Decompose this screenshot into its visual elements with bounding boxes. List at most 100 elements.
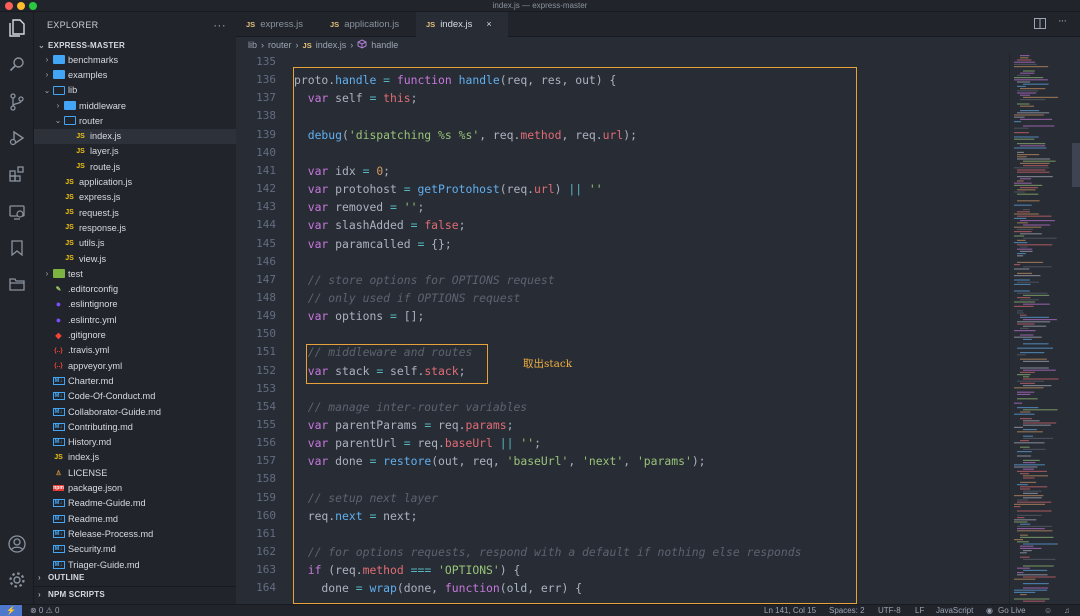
file-tree-item[interactable]: ◆ .gitignore <box>34 327 236 342</box>
more-actions-icon[interactable]: ··· <box>213 18 226 32</box>
file-tree-item[interactable]: M↓ Triager-Guide.md <box>34 557 236 570</box>
cursor-position[interactable]: Ln 141, Col 15 <box>764 605 816 616</box>
more-actions-icon[interactable]: ··· <box>1058 15 1067 27</box>
language-mode[interactable]: JavaScript <box>936 605 973 616</box>
project-name: EXPRESS-MASTER <box>48 40 126 50</box>
account-status-icon[interactable]: ☺ <box>1044 605 1052 616</box>
file-tree-item[interactable]: JS index.js <box>34 450 236 465</box>
search-icon[interactable] <box>7 54 27 74</box>
remote-indicator[interactable]: ⚡ <box>0 605 22 616</box>
file-tree-label: benchmarks <box>68 54 119 65</box>
outline-section[interactable]: › OUTLINE <box>34 570 236 584</box>
file-tree-item[interactable]: › benchmarks <box>34 52 236 67</box>
markdown-file-icon: M↓ <box>52 376 65 385</box>
file-tree-item[interactable]: M↓ Collaborator-Guide.md <box>34 404 236 419</box>
breadcrumb-router[interactable]: router <box>268 40 292 50</box>
file-tree-label: LICENSE <box>68 467 108 478</box>
file-tree-item[interactable]: ✎ .editorconfig <box>34 282 236 297</box>
yaml-file-icon: {..} <box>54 362 63 370</box>
chevron-right-icon: › <box>295 40 299 50</box>
files-icon[interactable] <box>7 18 27 38</box>
file-tree-item[interactable]: M↓ Code-Of-Conduct.md <box>34 389 236 404</box>
file-tree-label: lib <box>68 85 78 96</box>
split-editor-icon[interactable] <box>1034 18 1046 32</box>
remote-explorer-icon[interactable] <box>7 202 27 222</box>
indentation[interactable]: Spaces: 2 <box>829 605 865 616</box>
editor-tabs: JS express.js JS application.js JS index… <box>236 12 1080 37</box>
folder-icon[interactable] <box>7 274 27 294</box>
file-tree-label: layer.js <box>90 146 119 157</box>
file-tree-item[interactable]: JS application.js <box>34 174 236 189</box>
line-number: 150 <box>256 327 276 341</box>
breadcrumb-file[interactable]: index.js <box>316 40 347 50</box>
go-live-button[interactable]: Go Live <box>998 605 1026 616</box>
tab-application-js[interactable]: JS application.js <box>320 12 416 37</box>
close-window-button[interactable] <box>5 2 13 10</box>
code-editor[interactable]: 135 136 proto.handle = function handle(req… <box>236 53 1009 604</box>
file-tree-item[interactable]: JS request.js <box>34 205 236 220</box>
zoom-window-button[interactable] <box>29 2 37 10</box>
file-tree-item[interactable]: {..} appveyor.yml <box>34 358 236 373</box>
js-file-icon: JS <box>65 239 74 247</box>
file-tree-item[interactable]: M↓ Readme-Guide.md <box>34 496 236 511</box>
minimap[interactable] <box>1009 53 1080 604</box>
problems-indicator[interactable]: ⊗ 0 ⚠ 0 <box>30 605 59 616</box>
line-number: 149 <box>256 309 276 323</box>
file-tree-item[interactable]: › middleware <box>34 98 236 113</box>
file-tree-item[interactable]: M↓ Charter.md <box>34 373 236 388</box>
file-tree-item[interactable]: M↓ Readme.md <box>34 511 236 526</box>
file-tree-item[interactable]: {..} .travis.yml <box>34 343 236 358</box>
close-tab-icon[interactable]: × <box>486 19 491 29</box>
file-tree-label: Readme.md <box>68 513 119 524</box>
breadcrumb: lib › router › JS index.js › handle <box>236 37 1080 53</box>
file-tree-item[interactable]: JS layer.js <box>34 144 236 159</box>
npm-scripts-section[interactable]: › NPM SCRIPTS <box>34 586 236 601</box>
file-tree-item[interactable]: M↓ Contributing.md <box>34 419 236 434</box>
settings-gear-icon[interactable] <box>7 570 27 590</box>
file-tree-item[interactable]: JS express.js <box>34 190 236 205</box>
breadcrumb-symbol[interactable]: handle <box>371 40 398 50</box>
file-tree-label: Release-Process.md <box>68 528 154 539</box>
js-file-icon: JS <box>246 20 256 29</box>
minimize-window-button[interactable] <box>17 2 25 10</box>
file-tree: › benchmarks › examples ⌄ lib › middleware ⌄ rout… <box>34 52 236 570</box>
file-tree-item[interactable]: M↓ Release-Process.md <box>34 526 236 541</box>
file-tree-item[interactable]: › test <box>34 266 236 281</box>
tab-express-js[interactable]: JS express.js <box>236 12 320 37</box>
file-tree-item[interactable]: ♙ LICENSE <box>34 465 236 480</box>
account-icon[interactable] <box>7 534 27 554</box>
extensions-icon[interactable] <box>7 164 27 184</box>
highlight-box-stack <box>306 344 488 384</box>
line-number: 140 <box>256 145 276 159</box>
scrollbar-thumb[interactable] <box>1072 143 1080 187</box>
file-tree-label: request.js <box>79 207 119 218</box>
run-debug-icon[interactable] <box>7 128 27 148</box>
file-tree-item[interactable]: ⌄ lib <box>34 83 236 98</box>
file-tree-item[interactable]: JS utils.js <box>34 236 236 251</box>
line-number: 147 <box>256 272 276 286</box>
file-tree-item[interactable]: M↓ History.md <box>34 435 236 450</box>
cube-icon <box>357 39 367 51</box>
file-tree-label: Security.md <box>68 544 116 555</box>
js-file-icon: JS <box>54 453 63 461</box>
source-control-icon[interactable] <box>7 92 27 112</box>
project-section-header[interactable]: ⌄ EXPRESS-MASTER <box>34 38 236 52</box>
file-tree-item[interactable]: ⌄ router <box>34 113 236 128</box>
file-tree-item[interactable]: ● .eslintignore <box>34 297 236 312</box>
file-tree-item[interactable]: ● .eslintrc.yml <box>34 312 236 327</box>
breadcrumb-lib[interactable]: lib <box>248 40 257 50</box>
file-tree-item[interactable]: npm package.json <box>34 480 236 495</box>
bookmarks-icon[interactable] <box>7 238 27 258</box>
line-number: 161 <box>256 526 276 540</box>
file-tree-item[interactable]: M↓ Security.md <box>34 542 236 557</box>
file-tree-item[interactable]: JS route.js <box>34 159 236 174</box>
file-tree-item[interactable]: JS view.js <box>34 251 236 266</box>
file-tree-item[interactable]: › examples <box>34 67 236 82</box>
encoding[interactable]: UTF-8 <box>878 605 901 616</box>
file-tree-item[interactable]: JS index.js <box>34 128 236 144</box>
tab-index-js[interactable]: JS index.js × <box>416 12 508 37</box>
file-tree-item[interactable]: JS response.js <box>34 220 236 235</box>
line-number: 144 <box>256 218 276 232</box>
notifications-icon[interactable]: ♫ <box>1064 605 1070 616</box>
line-ending[interactable]: LF <box>915 605 924 616</box>
